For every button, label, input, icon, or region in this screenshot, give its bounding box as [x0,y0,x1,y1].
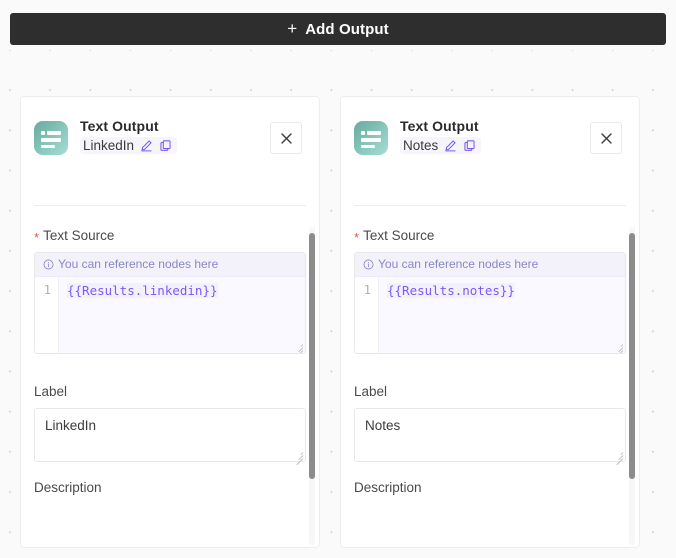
description-field-label: Description [34,480,306,495]
copy-icon[interactable] [158,139,172,153]
pencil-icon[interactable] [443,139,457,153]
line-number: 1 [35,277,59,353]
node-type-label: Text Output [400,118,481,134]
card-header: Text Output Notes [341,97,639,187]
card-content: Text Output Notes [341,97,639,547]
label-field-label: Label [354,384,626,399]
card-title-group: Text Output Notes [400,118,481,154]
resize-handle-icon[interactable] [613,450,623,460]
resize-handle-icon[interactable] [293,450,303,460]
text-output-icon [354,121,388,155]
code-area[interactable]: 1 {{Results.notes}} [355,277,625,353]
code-content[interactable]: {{Results.notes}} [379,277,625,353]
line-number: 1 [355,277,379,353]
label-input-value: Notes [365,418,400,433]
description-field-label-text: Description [354,480,422,495]
code-token: {{Results.linkedin}} [67,283,218,298]
required-marker: * [354,230,359,245]
text-output-card-notes[interactable]: Text Output Notes [340,96,640,548]
label-input[interactable]: LinkedIn [34,408,306,462]
node-type-label: Text Output [80,118,177,134]
label-input[interactable]: Notes [354,408,626,462]
label-field-label: Label [34,384,306,399]
add-output-label: Add Output [305,21,388,38]
card-content: Text Output LinkedIn [21,97,319,547]
card-fields: * Text Source You can reference nodes he… [341,206,639,495]
label-input-value: LinkedIn [45,418,96,433]
node-name-chip[interactable]: LinkedIn [80,137,177,154]
code-hint-text: You can reference nodes here [378,257,538,271]
text-source-field-label: * Text Source [354,228,626,243]
text-source-code-editor[interactable]: You can reference nodes here 1 {{Results… [354,252,626,354]
text-source-code-editor[interactable]: You can reference nodes here 1 {{Results… [34,252,306,354]
node-name-label: LinkedIn [83,138,134,153]
node-name-chip[interactable]: Notes [400,137,481,154]
node-name-label: Notes [403,138,438,153]
code-hint-bar: You can reference nodes here [35,253,305,277]
add-output-button[interactable]: + Add Output [10,13,666,45]
code-area[interactable]: 1 {{Results.linkedin}} [35,277,305,353]
label-field-label-text: Label [34,384,67,399]
copy-icon[interactable] [462,139,476,153]
card-title-group: Text Output LinkedIn [80,118,177,154]
card-scrollbar-track[interactable] [309,227,315,545]
pencil-icon[interactable] [139,139,153,153]
code-content[interactable]: {{Results.linkedin}} [59,277,305,353]
info-circle-icon [43,259,54,270]
card-scrollbar-track[interactable] [629,227,635,545]
close-icon[interactable] [270,122,302,154]
description-field-label-text: Description [34,480,102,495]
text-source-label-text: Text Source [363,228,434,243]
card-fields: * Text Source You can reference nodes he… [21,206,319,495]
code-hint-bar: You can reference nodes here [355,253,625,277]
card-header: Text Output LinkedIn [21,97,319,187]
description-field-label: Description [354,480,626,495]
text-output-card-linkedin[interactable]: Text Output LinkedIn [20,96,320,548]
card-scrollbar-thumb[interactable] [629,233,635,479]
required-marker: * [34,230,39,245]
code-hint-text: You can reference nodes here [58,257,218,271]
text-source-label-text: Text Source [43,228,114,243]
plus-icon: + [287,20,297,37]
text-source-field-label: * Text Source [34,228,306,243]
label-field-label-text: Label [354,384,387,399]
info-circle-icon [363,259,374,270]
card-scrollbar-thumb[interactable] [309,233,315,479]
close-icon[interactable] [590,122,622,154]
text-output-icon [34,121,68,155]
code-token: {{Results.notes}} [387,283,515,298]
